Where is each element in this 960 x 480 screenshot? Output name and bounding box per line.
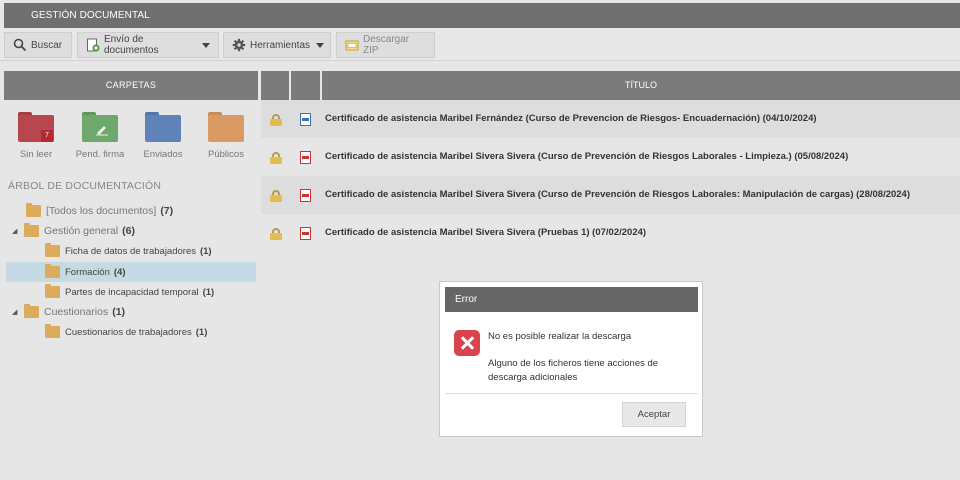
download-zip-label: Descargar ZIP: [363, 34, 410, 56]
sent-folder-label: Enviados: [143, 149, 183, 160]
sent-folder[interactable]: [145, 112, 181, 142]
tree-item-sick-leave[interactable]: Partes de incapacidad temporal (1): [6, 282, 256, 302]
folder-icon: [26, 203, 41, 217]
error-icon: [454, 330, 480, 356]
tree-item-questionnaires[interactable]: ◢ Cuestionarios (1): [6, 302, 256, 322]
error-detail: Alguno de los ficheros tiene acciones de…: [488, 358, 659, 383]
error-dialog: Error No es posible realizar la descarga…: [439, 281, 703, 437]
send-documents-button[interactable]: Envío de documentos: [77, 32, 219, 58]
folder-icon: [45, 284, 60, 298]
tree-item-count: (1): [195, 326, 208, 338]
document-row[interactable]: Certificado de asistencia Maribel Sivera…: [261, 138, 960, 176]
document-title[interactable]: Certificado de asistencia Maribel Sivera…: [325, 176, 910, 214]
document-row[interactable]: Certificado de asistencia Maribel Sivera…: [261, 214, 960, 252]
pdf-icon: [300, 151, 311, 164]
tree-item-count: (1): [112, 306, 126, 318]
collapse-toggle-icon[interactable]: ◢: [12, 227, 20, 235]
pending-signature-folder-label: Pend. firma: [75, 149, 125, 160]
gear-icon: [232, 38, 246, 52]
unread-badge: 7: [41, 130, 53, 142]
tree-item-label: Gestión general: [44, 225, 119, 237]
zip-icon: [345, 38, 359, 52]
folder-icon: [45, 324, 60, 338]
tree-item-label: Partes de incapacidad temporal: [65, 286, 199, 298]
error-message: No es posible realizar la descarga: [488, 331, 632, 342]
document-row[interactable]: Certificado de asistencia Maribel Fernán…: [261, 100, 960, 138]
chevron-down-icon: [202, 42, 210, 48]
dialog-title: Error: [445, 287, 698, 312]
tree-item-training[interactable]: Formación (4): [6, 262, 256, 282]
folders-header: CARPETAS: [4, 71, 258, 100]
lock-icon: [270, 228, 282, 240]
document-title[interactable]: Certificado de asistencia Maribel Sivera…: [325, 138, 848, 176]
unread-folder-label: Sin leer: [19, 149, 53, 160]
tree-item-label: Formación: [65, 266, 110, 278]
tree-item-label: Cuestionarios: [44, 306, 109, 318]
document-add-icon: [86, 38, 100, 52]
search-button[interactable]: Buscar: [4, 32, 72, 58]
tree-item-count: (1): [199, 245, 212, 257]
title-column-header[interactable]: TÍTULO: [322, 71, 960, 100]
app-title: GESTIÓN DOCUMENTAL: [4, 3, 960, 28]
tree-item-worker-data[interactable]: Ficha de datos de trabajadores (1): [6, 241, 256, 261]
accept-button[interactable]: Aceptar: [622, 402, 686, 427]
search-icon: [13, 38, 27, 52]
divider: [445, 393, 698, 394]
tree-item-label: [Todos los documentos]: [46, 205, 157, 217]
public-folder[interactable]: [208, 112, 244, 142]
pending-signature-folder[interactable]: [82, 112, 118, 142]
folder-icon: [24, 223, 39, 237]
folder-icon: [24, 304, 39, 318]
toolbar: Buscar Envío de documentos Herramientas …: [0, 30, 960, 61]
type-column-header[interactable]: [291, 71, 320, 100]
pdf-icon: [300, 227, 311, 240]
folder-icon: [45, 243, 60, 257]
document-row[interactable]: Certificado de asistencia Maribel Sivera…: [261, 176, 960, 214]
lock-column-header[interactable]: [261, 71, 289, 100]
tools-button[interactable]: Herramientas: [223, 32, 331, 58]
tree-item-count: (6): [122, 225, 135, 237]
document-icon: [300, 113, 311, 126]
tree-item-count: (7): [160, 205, 174, 217]
folder-icon: [45, 264, 60, 278]
tree-item-count: (4): [113, 266, 126, 278]
tree-item-label: Cuestionarios de trabajadores: [65, 326, 192, 338]
lock-icon: [270, 114, 282, 126]
tree-item-all-documents[interactable]: [Todos los documentos] (7): [6, 201, 256, 221]
search-button-label: Buscar: [31, 39, 63, 51]
send-documents-label: Envío de documentos: [104, 34, 159, 56]
tools-label: Herramientas: [250, 39, 311, 51]
lock-icon: [270, 190, 282, 202]
signature-icon: [96, 126, 108, 136]
lock-icon: [270, 152, 282, 164]
public-folder-label: Públicos: [208, 149, 244, 160]
document-title[interactable]: Certificado de asistencia Maribel Fernán…: [325, 100, 817, 138]
tree-item-worker-questionnaires[interactable]: Cuestionarios de trabajadores (1): [6, 322, 256, 342]
tree-item-label: Ficha de datos de trabajadores: [65, 245, 196, 257]
download-zip-button[interactable]: Descargar ZIP: [336, 32, 435, 58]
tree-item-general[interactable]: ◢ Gestión general (6): [6, 221, 256, 241]
document-title[interactable]: Certificado de asistencia Maribel Sivera…: [325, 214, 646, 252]
pdf-icon: [300, 189, 311, 202]
unread-folder[interactable]: 7: [18, 112, 54, 142]
collapse-toggle-icon[interactable]: ◢: [12, 308, 20, 316]
chevron-down-icon: [316, 42, 325, 48]
tree-title: ÁRBOL DE DOCUMENTACIÓN: [8, 180, 162, 192]
tree-item-count: (1): [202, 286, 215, 298]
